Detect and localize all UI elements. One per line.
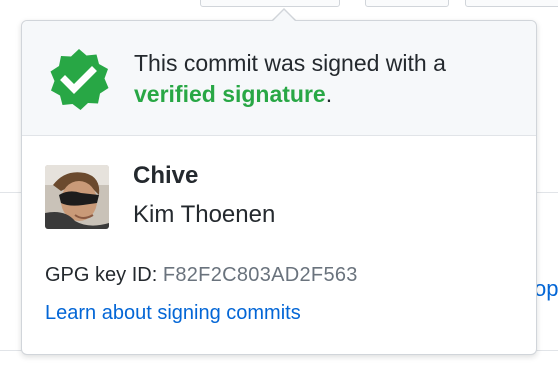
background-button-left[interactable] (200, 0, 340, 7)
gpg-key-line: GPG key ID: F82F2C803AD2F563 (45, 264, 358, 287)
avatar-image (45, 165, 109, 229)
verified-badge-icon (50, 49, 109, 110)
verified-signature-label: verified signature (134, 81, 326, 107)
user-login[interactable]: Chive (133, 162, 198, 190)
learn-signing-link[interactable]: Learn about signing commits (45, 302, 301, 325)
gpg-key-id: F82F2C803AD2F563 (162, 264, 358, 286)
avatar[interactable] (45, 165, 109, 229)
status-prefix: This commit was signed with a (134, 50, 446, 76)
gpg-key-label: GPG key ID: (45, 264, 163, 286)
status-suffix: . (325, 81, 333, 107)
background-partial-link[interactable]: op (534, 276, 558, 302)
background-button-right[interactable] (365, 0, 449, 7)
popover-caret-fill (272, 10, 296, 22)
background-button-far-right[interactable] (465, 0, 558, 7)
popover-header: This commit was signed with a verified s… (22, 21, 536, 136)
signature-status-text: This commit was signed with a verified s… (134, 48, 524, 110)
user-fullname: Kim Thoenen (133, 201, 276, 228)
